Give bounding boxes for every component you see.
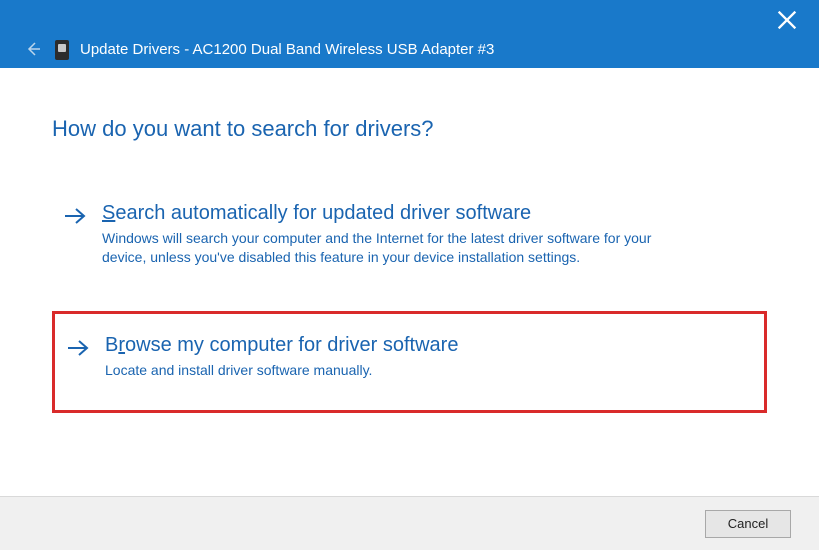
content-area: How do you want to search for drivers? S… xyxy=(0,68,819,496)
arrow-right-icon xyxy=(67,338,89,363)
arrow-right-icon xyxy=(64,206,86,231)
window-title: Update Drivers - AC1200 Dual Band Wirele… xyxy=(80,41,494,58)
option-search-automatically[interactable]: Search automatically for updated driver … xyxy=(52,188,767,285)
titlebar: Update Drivers - AC1200 Dual Band Wirele… xyxy=(0,0,819,68)
option-desc: Locate and install driver software manua… xyxy=(105,361,675,380)
page-heading: How do you want to search for drivers? xyxy=(52,116,767,142)
device-icon xyxy=(55,40,69,60)
cancel-button[interactable]: Cancel xyxy=(705,510,791,538)
close-icon[interactable] xyxy=(777,10,797,30)
option-desc: Windows will search your computer and th… xyxy=(102,229,672,267)
option-title: Browse my computer for driver software xyxy=(105,334,748,357)
footer: Cancel xyxy=(0,496,819,550)
back-button[interactable] xyxy=(24,40,42,58)
option-title: Search automatically for updated driver … xyxy=(102,202,751,225)
option-browse-computer[interactable]: Browse my computer for driver software L… xyxy=(52,311,767,413)
